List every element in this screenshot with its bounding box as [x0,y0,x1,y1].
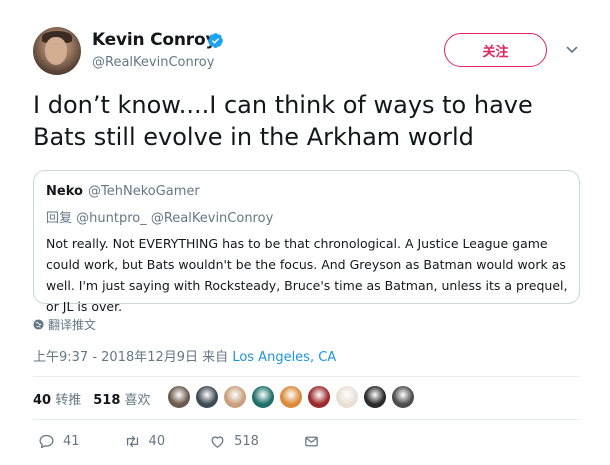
retweet-icon [126,435,138,448]
quoted-reply-to: 回复 @huntpro_ @RealKevinConroy [46,211,274,226]
tweet-text: I don’t know....I can think of ways to h… [33,91,533,151]
likes-label: 喜欢 [124,393,151,408]
chevron-down-icon[interactable] [566,44,578,56]
tweet-actions: 41 40 518 [38,433,364,450]
author-name[interactable]: Kevin Conroy [92,30,217,50]
liker-avatar[interactable] [195,385,219,409]
tweet-stats: 40 转推 518 喜欢 [33,389,151,408]
liker-avatar[interactable] [279,385,303,409]
globe-icon [33,319,44,330]
retweets-label: 转推 [55,393,82,408]
divider [33,419,580,420]
like-button[interactable]: 518 [209,433,259,450]
liker-avatar[interactable] [335,385,359,409]
reply-count: 41 [63,434,80,449]
quoted-author-name: Neko [46,184,83,199]
likes-stat[interactable]: 518 喜欢 [93,389,150,408]
location-link[interactable]: Los Angeles, CA [232,350,336,365]
liker-avatar[interactable] [223,385,247,409]
quoted-text: Not really. Not EVERYTHING has to be tha… [46,236,568,314]
quoted-tweet[interactable]: Neko @TehNekoGamer 回复 @huntpro_ @RealKev… [33,170,580,314]
reply-icon [39,434,54,449]
message-button[interactable] [303,433,320,450]
liker-avatar[interactable] [391,385,415,409]
liker-avatar[interactable] [167,385,191,409]
likes-count: 518 [93,393,121,408]
follow-button[interactable]: 关注 [444,33,547,67]
retweet-button[interactable]: 40 [124,433,166,450]
translate-tweet-link[interactable]: 翻译推文 [33,316,96,333]
avatar-face [45,37,67,65]
divider [33,376,580,377]
liker-avatars [167,385,415,409]
author-handle[interactable]: @RealKevinConroy [92,55,214,70]
timestamp-text: 上午9:37 - 2018年12月9日 来自 [33,350,233,365]
quoted-author-handle: @TehNekoGamer [88,184,200,199]
liker-avatar[interactable] [363,385,387,409]
retweets-stat[interactable]: 40 转推 [33,389,81,408]
retweets-count: 40 [33,393,52,408]
verified-badge-icon [208,33,223,48]
translate-label: 翻译推文 [48,318,97,332]
reply-button[interactable]: 41 [38,433,80,450]
avatar[interactable] [33,27,81,75]
retweet-count: 40 [148,434,166,449]
liker-avatar[interactable] [307,385,331,409]
heart-icon [211,436,224,448]
envelope-icon [305,436,318,447]
tweet-timestamp: 上午9:37 - 2018年12月9日 来自 Los Angeles, CA [33,346,336,365]
like-count: 518 [234,434,259,449]
liker-avatar[interactable] [251,385,275,409]
